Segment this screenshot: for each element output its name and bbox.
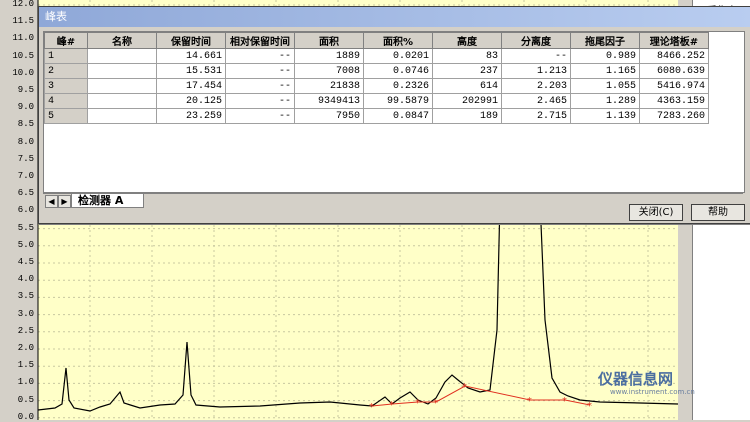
table-cell[interactable]: 189 [432, 108, 502, 124]
table-row[interactable]: 2 15.531 -- 7008 0.0746 237 1.213 1.165 6080.639 [44, 63, 709, 79]
table-row[interactable]: 1 14.661 -- 1889 0.0201 83 -- 0.989 8466.252 [44, 48, 709, 64]
peak-marker: * [433, 398, 438, 409]
baseline-line [371, 385, 591, 407]
table-cell[interactable]: 9349413 [294, 93, 364, 109]
table-cell[interactable] [87, 48, 157, 64]
table-cell[interactable]: 4 [44, 93, 88, 109]
table-cell[interactable]: 1889 [294, 48, 364, 64]
table-row[interactable]: 5 23.259 -- 7950 0.0847 189 2.715 1.139 7283.260 [44, 108, 709, 124]
peak-table: 峰# 名称 保留时间 相对保留时间 面积 面积% 高度 分离度 拖尾因子 理论塔板# 1 14.66… [44, 32, 709, 124]
table-cell[interactable]: 2.203 [501, 78, 571, 94]
table-cell[interactable]: 14.661 [156, 48, 226, 64]
close-button[interactable]: 关闭(C) [629, 204, 683, 221]
table-cell[interactable]: 5 [44, 108, 88, 124]
table-cell[interactable] [87, 78, 157, 94]
table-cell[interactable]: 8466.252 [639, 48, 709, 64]
table-cell[interactable]: 3 [44, 78, 88, 94]
table-cell[interactable]: 7283.260 [639, 108, 709, 124]
table-cell[interactable]: 614 [432, 78, 502, 94]
peak-marker: * [415, 398, 420, 409]
table-cell[interactable]: 1.213 [501, 63, 571, 79]
peak-marker: * [587, 401, 592, 412]
column-header[interactable]: 保留时间 [156, 32, 226, 49]
table-cell[interactable]: 6080.639 [639, 63, 709, 79]
column-header[interactable]: 拖尾因子 [570, 32, 640, 49]
peak-marker: * [562, 396, 567, 407]
table-cell[interactable]: 99.5879 [363, 93, 433, 109]
table-cell[interactable]: 1.139 [570, 108, 640, 124]
column-header[interactable]: 分离度 [501, 32, 571, 49]
table-cell[interactable]: 2.465 [501, 93, 571, 109]
table-cell[interactable]: -- [225, 78, 295, 94]
column-header[interactable]: 峰# [44, 32, 88, 49]
column-header[interactable]: 理论塔板# [639, 32, 709, 49]
table-cell[interactable]: 7008 [294, 63, 364, 79]
table-cell[interactable]: 1.055 [570, 78, 640, 94]
peak-marker: * [462, 382, 467, 393]
peak-table-grid[interactable]: 峰# 名称 保留时间 相对保留时间 面积 面积% 高度 分离度 拖尾因子 理论塔板# 1 14.66… [43, 31, 745, 193]
column-header[interactable]: 相对保留时间 [225, 32, 295, 49]
table-cell[interactable]: -- [225, 63, 295, 79]
table-cell[interactable] [87, 63, 157, 79]
table-cell[interactable]: 1 [44, 48, 88, 64]
table-cell[interactable]: 21838 [294, 78, 364, 94]
peak-marker: * [369, 402, 374, 413]
help-button[interactable]: 帮助 [691, 204, 745, 221]
table-cell[interactable]: -- [225, 48, 295, 64]
table-cell[interactable]: 17.454 [156, 78, 226, 94]
table-cell[interactable]: 1.289 [570, 93, 640, 109]
table-cell[interactable]: 237 [432, 63, 502, 79]
table-cell[interactable] [87, 93, 157, 109]
table-cell[interactable]: 15.531 [156, 63, 226, 79]
watermark-logo: 仪器信息网 [598, 370, 674, 388]
peak-table-window[interactable]: 峰表 峰# 名称 保留时间 相对保留时间 面积 面积% 高度 分离度 拖尾因子 理论塔板# 1 14… [38, 6, 750, 224]
table-cell[interactable]: -- [501, 48, 571, 64]
table-cell[interactable]: 7950 [294, 108, 364, 124]
window-title[interactable]: 峰表 [39, 7, 750, 27]
table-cell[interactable]: 2.715 [501, 108, 571, 124]
table-row[interactable]: 3 17.454 -- 21838 0.2326 614 2.203 1.055 5416.97… [44, 78, 709, 94]
table-cell[interactable]: 20.125 [156, 93, 226, 109]
table-cell[interactable]: 5416.974 [639, 78, 709, 94]
table-cell[interactable]: 23.259 [156, 108, 226, 124]
table-cell[interactable]: 83 [432, 48, 502, 64]
watermark-url: www.instrument.com.cn [610, 388, 695, 396]
table-cell[interactable]: -- [225, 108, 295, 124]
table-cell[interactable]: 2 [44, 63, 88, 79]
table-cell[interactable] [87, 108, 157, 124]
tab-next-icon[interactable]: ▶ [58, 195, 71, 208]
table-cell[interactable]: 0.0746 [363, 63, 433, 79]
tab-detector-a[interactable]: 检测器 A [71, 194, 145, 208]
table-row[interactable]: 4 20.125 -- 9349413 99.5879 202991 2.465 1.289 4… [44, 93, 709, 109]
peak-marker: * [527, 396, 532, 407]
table-cell[interactable]: 0.2326 [363, 78, 433, 94]
column-header[interactable]: 面积% [363, 32, 433, 49]
table-cell[interactable]: 0.0847 [363, 108, 433, 124]
table-cell[interactable]: 0.0201 [363, 48, 433, 64]
table-cell[interactable]: 1.165 [570, 63, 640, 79]
table-cell[interactable]: 0.989 [570, 48, 640, 64]
column-header[interactable]: 名称 [87, 32, 157, 49]
table-cell[interactable]: 202991 [432, 93, 502, 109]
table-cell[interactable]: 4363.159 [639, 93, 709, 109]
column-header[interactable]: 面积 [294, 32, 364, 49]
column-header[interactable]: 高度 [432, 32, 502, 49]
peak-marker: * [389, 400, 394, 411]
tab-prev-icon[interactable]: ◀ [45, 195, 58, 208]
table-cell[interactable]: -- [225, 93, 295, 109]
